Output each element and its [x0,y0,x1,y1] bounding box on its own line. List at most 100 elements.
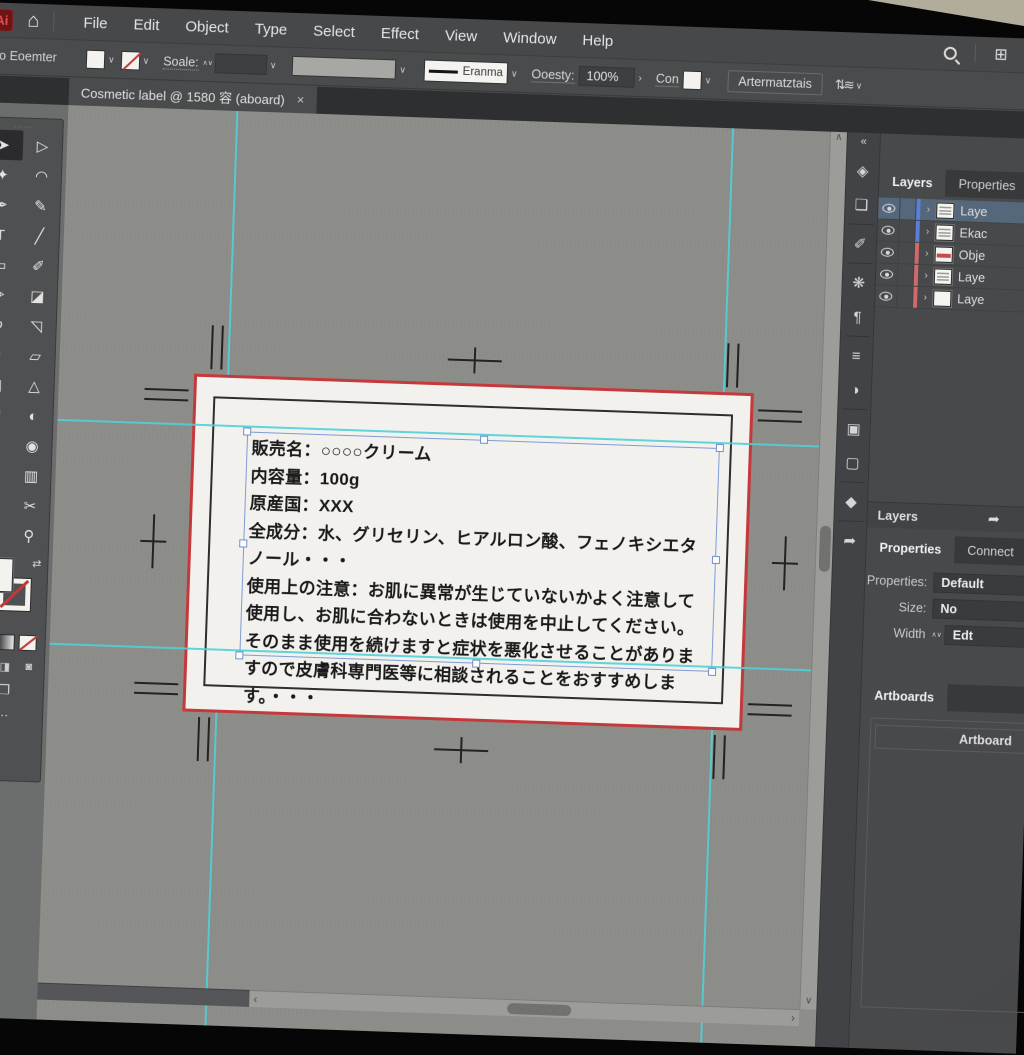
chevron-down-icon[interactable]: ∨ [511,68,518,79]
swap-fill-stroke-icon[interactable]: ⇄ [32,557,42,570]
lock-cell[interactable] [900,198,917,220]
width-tool[interactable]: ≈ [0,339,16,370]
chevron-down-icon[interactable]: ∨ [142,55,149,66]
fill-color-control[interactable] [0,557,14,592]
app-logo-icon[interactable]: Ai [0,8,14,32]
gradient-button[interactable] [0,634,15,651]
width-profile-select[interactable]: Eranma [424,59,509,84]
opacity-label[interactable]: Ooesty: [531,67,575,83]
selection-handle[interactable] [239,539,247,547]
chevron-down-icon[interactable]: ∨ [270,60,277,71]
brushes-panel-icon[interactable]: ✐ [843,226,877,261]
asset-export-panel-icon[interactable]: ➦ [833,523,867,558]
lock-cell[interactable] [898,242,915,264]
visibility-eye-icon[interactable] [882,204,895,213]
selection-handle[interactable] [235,651,243,659]
selection-handle[interactable] [716,444,724,452]
blend-tool[interactable]: ◉ [12,430,52,461]
scroll-down-icon[interactable]: ∨ [805,995,813,1009]
pen-tool[interactable]: ✒ [0,189,21,220]
expand-layer-icon[interactable]: › [918,270,934,282]
layer-name[interactable]: Obje [959,248,986,263]
draw-inside-mode[interactable]: ◙ [20,659,39,676]
menu-object[interactable]: Object [172,17,242,36]
stroke-panel-icon[interactable]: ≡ [839,338,873,373]
eyedropper-tool[interactable]: ∕ [0,429,13,460]
properties-field-value[interactable]: Default [933,573,1024,597]
gradient-panel-icon[interactable]: ◑ [838,372,872,407]
search-icon[interactable] [944,46,957,59]
eye-cell[interactable] [875,285,898,307]
align-options-icon[interactable]: ⇅≋ [835,77,853,94]
paragraph-panel-icon[interactable]: ¶ [840,299,874,334]
paintbrush-tool[interactable]: ✐ [18,250,58,281]
edit-toolbar-icon[interactable]: … [0,703,42,721]
scroll-right-icon[interactable]: › [791,1011,795,1025]
eye-cell[interactable] [877,219,900,241]
selection-handle[interactable] [712,556,720,564]
expand-layer-icon[interactable]: › [920,204,936,216]
menu-window[interactable]: Window [490,28,570,48]
curvature-tool[interactable]: ✎ [20,190,60,221]
draw-behind-mode[interactable]: ◨ [0,658,14,675]
shaper-tool[interactable]: ✏ [0,279,18,310]
stroke-weight-label[interactable]: Soale: [163,54,199,70]
artboards-panel-icon[interactable]: ❏ [844,187,878,222]
visibility-eye-icon[interactable] [880,270,893,279]
rotate-tool[interactable]: ↻ [0,309,17,340]
chevron-down-icon[interactable]: ∨ [855,80,862,91]
selection-handle[interactable] [479,436,487,444]
symbols-panel-icon[interactable]: ❋ [842,265,876,300]
gradient-tool[interactable]: ◐ [13,400,53,431]
scroll-up-icon[interactable]: ∧ [835,132,843,146]
home-icon[interactable]: ⌂ [27,9,40,32]
scale-tool[interactable]: ◹ [16,310,56,341]
stroke-weight-value[interactable] [215,53,268,75]
direct-selection-tool[interactable]: ▷ [22,131,62,162]
menu-edit[interactable]: Edit [120,15,172,34]
menu-help[interactable]: Help [569,31,626,50]
chevron-right-icon[interactable]: › [638,72,642,83]
vertical-scroll-thumb[interactable] [819,526,832,572]
expand-layer-icon[interactable]: › [917,292,933,304]
libraries-panel-icon[interactable]: ◈ [846,153,880,188]
scroll-left-icon[interactable]: ‹ [253,992,257,1006]
free-transform-tool[interactable]: ▱ [15,340,55,371]
tab-properties[interactable]: Properties [945,170,1024,200]
collapse-panels-icon[interactable]: « [860,136,867,148]
lock-cell[interactable] [898,264,915,286]
screen-mode-icon[interactable]: ❐ [0,681,43,700]
menu-select[interactable]: Select [300,22,368,41]
lock-cell[interactable] [899,220,916,242]
visibility-eye-icon[interactable] [881,226,894,235]
visibility-eye-icon[interactable] [881,248,894,257]
layer-row[interactable]: › Laye [875,285,1024,313]
rectangle-tool[interactable]: ▭ [0,249,19,280]
image-trace-panel-icon[interactable]: ▣ [837,411,871,446]
selection-tool[interactable]: ➤ [0,129,24,160]
layer-name[interactable]: Laye [960,204,988,219]
slice-tool[interactable]: ✂ [10,490,50,521]
selection-handle[interactable] [472,659,480,667]
stroke-stepper-icon[interactable]: ∧∨ [203,59,213,66]
close-icon[interactable]: × [296,92,304,107]
opacity-value[interactable]: 100% [578,66,635,88]
size-field-value[interactable]: No [932,599,1024,623]
chevron-down-icon[interactable]: ∨ [399,64,406,75]
type-tool[interactable]: T [0,219,20,250]
column-graph-tool[interactable]: ▥ [11,460,51,491]
tab-properties-2[interactable]: Properties [866,533,955,563]
text-object-selection[interactable]: 販売名：○○○○クリーム 内容量：100g 原産国：XXX 全成分：水、グリセリ… [239,432,720,672]
tab-artboards[interactable]: Artboards [861,681,948,711]
artboard-row[interactable]: Artboard [874,725,1024,756]
eye-cell[interactable] [876,241,899,263]
tab-layers[interactable]: Layers [879,167,946,196]
chevron-down-icon[interactable]: ∨ [705,75,712,86]
perspective-grid-tool[interactable]: △ [14,370,54,401]
shape-builder-tool[interactable]: ◫ [0,369,15,400]
zoom-tool[interactable]: ⚲ [9,520,49,551]
eye-cell[interactable] [876,263,899,285]
lock-cell[interactable] [897,286,914,308]
menu-view[interactable]: View [432,26,491,45]
stroke-swatch[interactable] [120,50,140,70]
